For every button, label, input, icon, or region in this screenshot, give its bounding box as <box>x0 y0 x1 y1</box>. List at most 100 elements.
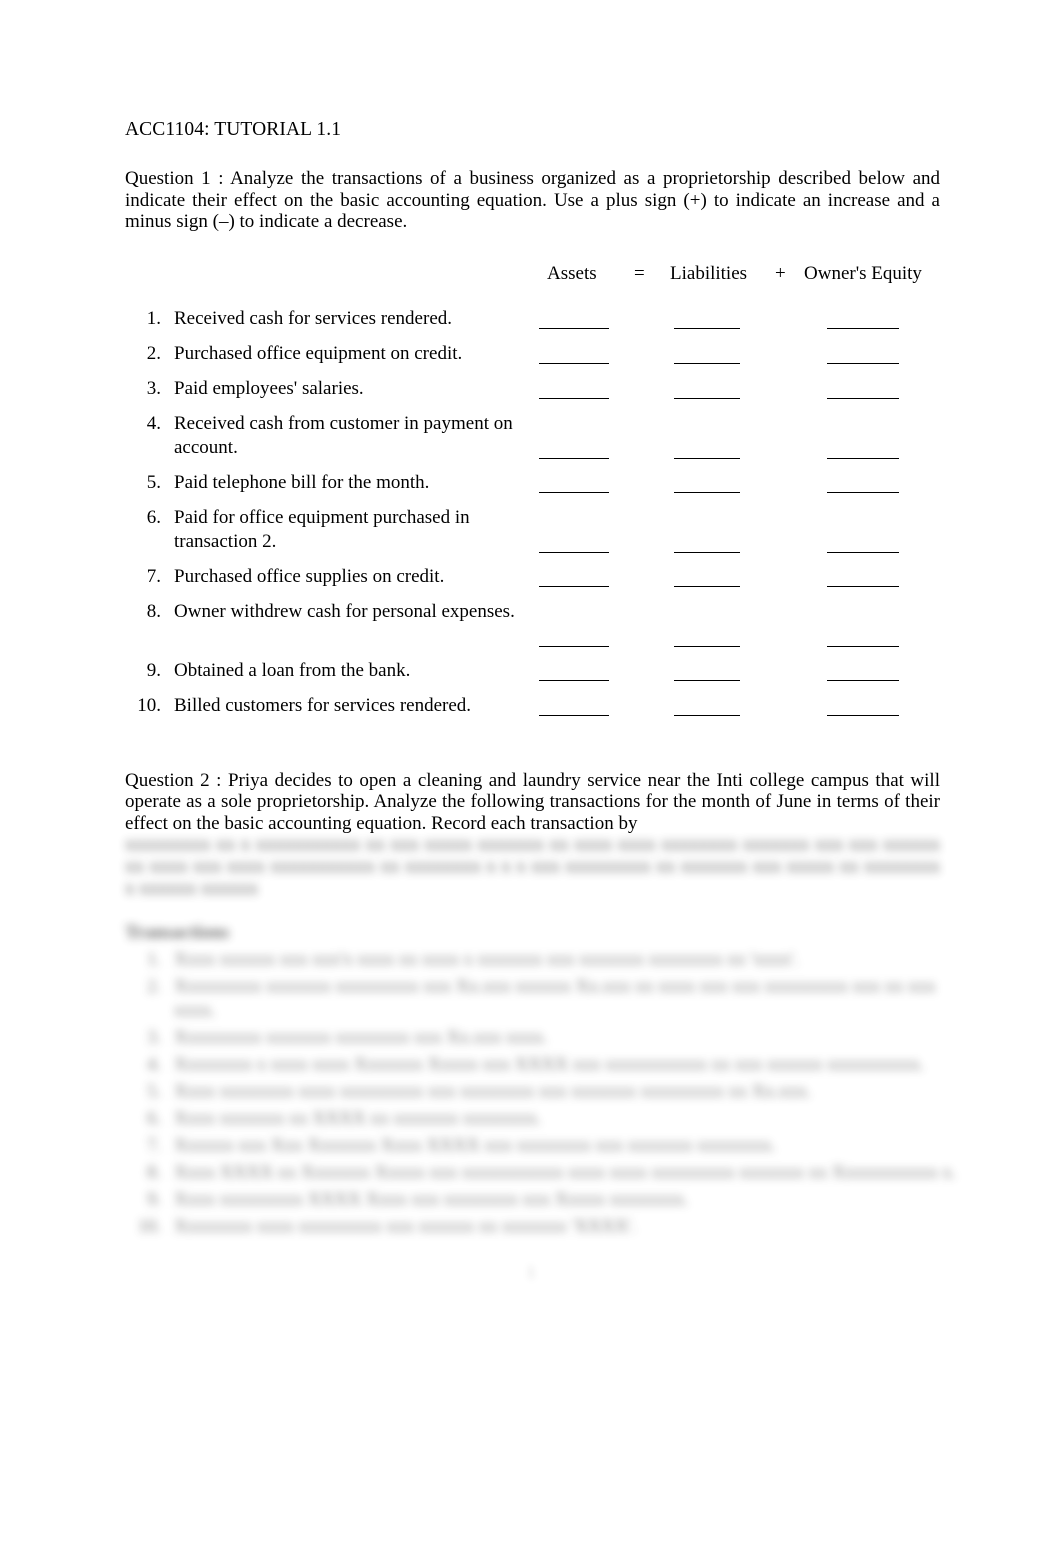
answer-blank-group <box>125 714 940 717</box>
answer-blank-liabilities[interactable] <box>674 679 740 681</box>
list-item-text: Received cash from customer in payment o… <box>174 412 513 458</box>
accounting-equation-header: Assets = Liabilities + Owner's Equity <box>125 263 940 293</box>
answer-blank-assets[interactable] <box>539 645 609 647</box>
answer-blank-owners-equity[interactable] <box>827 457 899 459</box>
question-2-body-blurred: xxxxxxxxx xx x xxxxxxxxxxx xx xxx xxxxx … <box>125 834 940 900</box>
answer-blank-assets[interactable] <box>539 327 609 329</box>
answer-blank-assets[interactable] <box>539 457 609 459</box>
answer-blank-assets[interactable] <box>539 714 609 716</box>
list-item-text: Xxxxxxxx xxxx xxxxxxxxx xxx xxxxxx xx xx… <box>174 1217 636 1238</box>
list-item-number: 8. <box>147 1163 161 1184</box>
column-header-assets: Assets <box>547 262 597 284</box>
answer-blank-liabilities[interactable] <box>674 585 740 587</box>
equals-sign: = <box>634 262 645 284</box>
answer-blank-owners-equity[interactable] <box>827 491 899 493</box>
answer-blank-assets[interactable] <box>539 585 609 587</box>
list-item: 1. Xxxx xxxxxx xxx xxx'x xxxx xx xxxx x … <box>125 948 940 975</box>
page-number: 1 <box>526 1262 536 1282</box>
list-item-text: Xxxxxxxx x xxxx xxxx Xxxxxxx Xxxxx xxx X… <box>174 1055 925 1076</box>
question-2-transaction-list: 1. Xxxx xxxxxx xxx xxx'x xxxx xx xxxx x … <box>125 948 956 1242</box>
list-item: 7. Purchased office supplies on credit. <box>125 565 940 599</box>
question-1-paragraph: Question 1 : Analyze the transactions of… <box>125 168 940 233</box>
answer-blank-owners-equity[interactable] <box>827 551 899 553</box>
question-2-paragraph: Question 2 : Priya decides to open a cle… <box>125 770 940 835</box>
list-item-number: 7. <box>147 1136 161 1157</box>
list-item: 4. Received cash from customer in paymen… <box>125 412 940 470</box>
list-item: 1. Received cash for services rendered. <box>125 307 940 341</box>
answer-blank-liabilities[interactable] <box>674 551 740 553</box>
question-2-body: : Priya decides to open a cleaning and l… <box>125 769 940 834</box>
answer-blank-owners-equity[interactable] <box>827 585 899 587</box>
answer-blank-group <box>125 491 940 494</box>
list-item-number: 4. <box>146 412 161 434</box>
answer-blank-owners-equity[interactable] <box>827 327 899 329</box>
question-2-block: Question 2 : Priya decides to open a cle… <box>125 770 956 1243</box>
list-item: 8. Owner withdrew cash for personal expe… <box>125 600 940 658</box>
list-item-text: Xxxx xxxxxxx xx XXXX xx xxxxxxx xxxxxxxx… <box>174 1109 542 1130</box>
list-item: 10. Xxxxxxxx xxxx xxxxxxxxx xxx xxxxxx x… <box>125 1215 940 1242</box>
list-item-number: 3. <box>147 1028 161 1049</box>
list-item: 4. Xxxxxxxx x xxxx xxxx Xxxxxxx Xxxxx xx… <box>125 1053 940 1080</box>
answer-blank-assets[interactable] <box>539 551 609 553</box>
list-item: 9. Xxxx xxxxxxxxx XXXX Xxxx xxx xxxxxxxx… <box>125 1188 940 1215</box>
question-1-transaction-list: 1. Received cash for services rendered. … <box>125 307 940 728</box>
list-item: 8. Xxxx XXXX xx Xxxxxxx Xxxxx xxx xxxxxx… <box>125 1161 956 1188</box>
answer-blank-liabilities[interactable] <box>674 457 740 459</box>
list-item: 10. Billed customers for services render… <box>125 694 940 728</box>
answer-blank-owners-equity[interactable] <box>827 714 899 716</box>
answer-blank-assets[interactable] <box>539 491 609 493</box>
list-item: 3. Paid employees' salaries. <box>125 377 940 411</box>
answer-blank-owners-equity[interactable] <box>827 645 899 647</box>
answer-blank-owners-equity[interactable] <box>827 679 899 681</box>
list-item-number: 6. <box>146 506 161 528</box>
column-header-liabilities: Liabilities <box>670 262 748 284</box>
list-item-text: Owner withdrew cash for personal expense… <box>174 600 515 622</box>
answer-blank-liabilities[interactable] <box>674 327 740 329</box>
list-item-text: Xxxx XXXX xx Xxxxxxx Xxxxx xxx xxxxxxxxx… <box>174 1163 957 1184</box>
list-item-number: 5. <box>147 1082 161 1103</box>
answer-blank-assets[interactable] <box>539 362 609 364</box>
list-item: 2. Xxxxxxxxx xxxxxxx xxxxxxxxx xxx Xx.xx… <box>125 975 940 1026</box>
answer-blank-owners-equity[interactable] <box>827 397 899 399</box>
list-item: 7. Xxxxxx xxx Xxx Xxxxxxx Xxxx XXXX xxx … <box>125 1134 940 1161</box>
plus-sign: + <box>775 262 786 284</box>
answer-blank-group <box>125 397 940 400</box>
answer-blank-group <box>125 551 940 554</box>
answer-blank-liabilities[interactable] <box>674 714 740 716</box>
answer-blank-liabilities[interactable] <box>674 491 740 493</box>
list-item-text: Xxxx xxxxxxxxx XXXX Xxxx xxx xxxxxxxx xx… <box>174 1190 689 1211</box>
list-item-text: Xxxxxxxxx xxxxxxx xxxxxxxxx xxx Xx.xxx x… <box>174 977 936 1022</box>
list-item-number: 4. <box>147 1055 161 1076</box>
answer-blank-assets[interactable] <box>539 679 609 681</box>
document-title: ACC1104: TUTORIAL 1.1 <box>125 119 342 140</box>
list-item-text: Xxxx xxxxxxxx xxxx xxxxxxxxx xxx xxxxxxx… <box>174 1082 812 1103</box>
answer-blank-group <box>125 362 940 365</box>
answer-blank-liabilities[interactable] <box>674 645 740 647</box>
column-header-owners-equity: Owner's Equity <box>804 262 922 284</box>
answer-blank-group <box>125 327 940 330</box>
list-item-number: 8. <box>146 600 161 622</box>
answer-blank-assets[interactable] <box>539 397 609 399</box>
list-item-text: Paid for office equipment purchased in t… <box>174 506 470 552</box>
answer-blank-group <box>125 585 940 588</box>
list-item: 6. Paid for office equipment purchased i… <box>125 506 940 564</box>
answer-blank-group <box>125 679 940 682</box>
list-item: 5. Paid telephone bill for the month. <box>125 471 940 505</box>
list-item: 5. Xxxx xxxxxxxx xxxx xxxxxxxxx xxx xxxx… <box>125 1080 940 1107</box>
answer-blank-liabilities[interactable] <box>674 362 740 364</box>
answer-blank-group <box>125 457 940 460</box>
list-item: 2. Purchased office equipment on credit. <box>125 342 940 376</box>
answer-blank-group <box>125 645 940 648</box>
question-1-label: Question 1 <box>125 168 211 190</box>
transactions-heading: Transactions <box>125 922 230 944</box>
list-item-number: 9. <box>147 1190 161 1211</box>
list-item-text: Xxxx xxxxxx xxx xxx'x xxxx xx xxxx x xxx… <box>174 950 799 971</box>
answer-blank-owners-equity[interactable] <box>827 362 899 364</box>
list-item-text: Xxxxxxxxx xxxxxxx xxxxxxxx xxx Xx.xxx xx… <box>174 1028 548 1049</box>
document-body: ACC1104: TUTORIAL 1.1 Question 1 : Analy… <box>125 118 956 1243</box>
list-item-text: Xxxxxx xxx Xxx Xxxxxxx Xxxx XXXX xxx xxx… <box>174 1136 776 1157</box>
list-item-number: 2. <box>147 977 161 998</box>
list-item-number: 10. <box>137 1217 161 1238</box>
answer-blank-liabilities[interactable] <box>674 397 740 399</box>
list-item: 3. Xxxxxxxxx xxxxxxx xxxxxxxx xxx Xx.xxx… <box>125 1026 940 1053</box>
